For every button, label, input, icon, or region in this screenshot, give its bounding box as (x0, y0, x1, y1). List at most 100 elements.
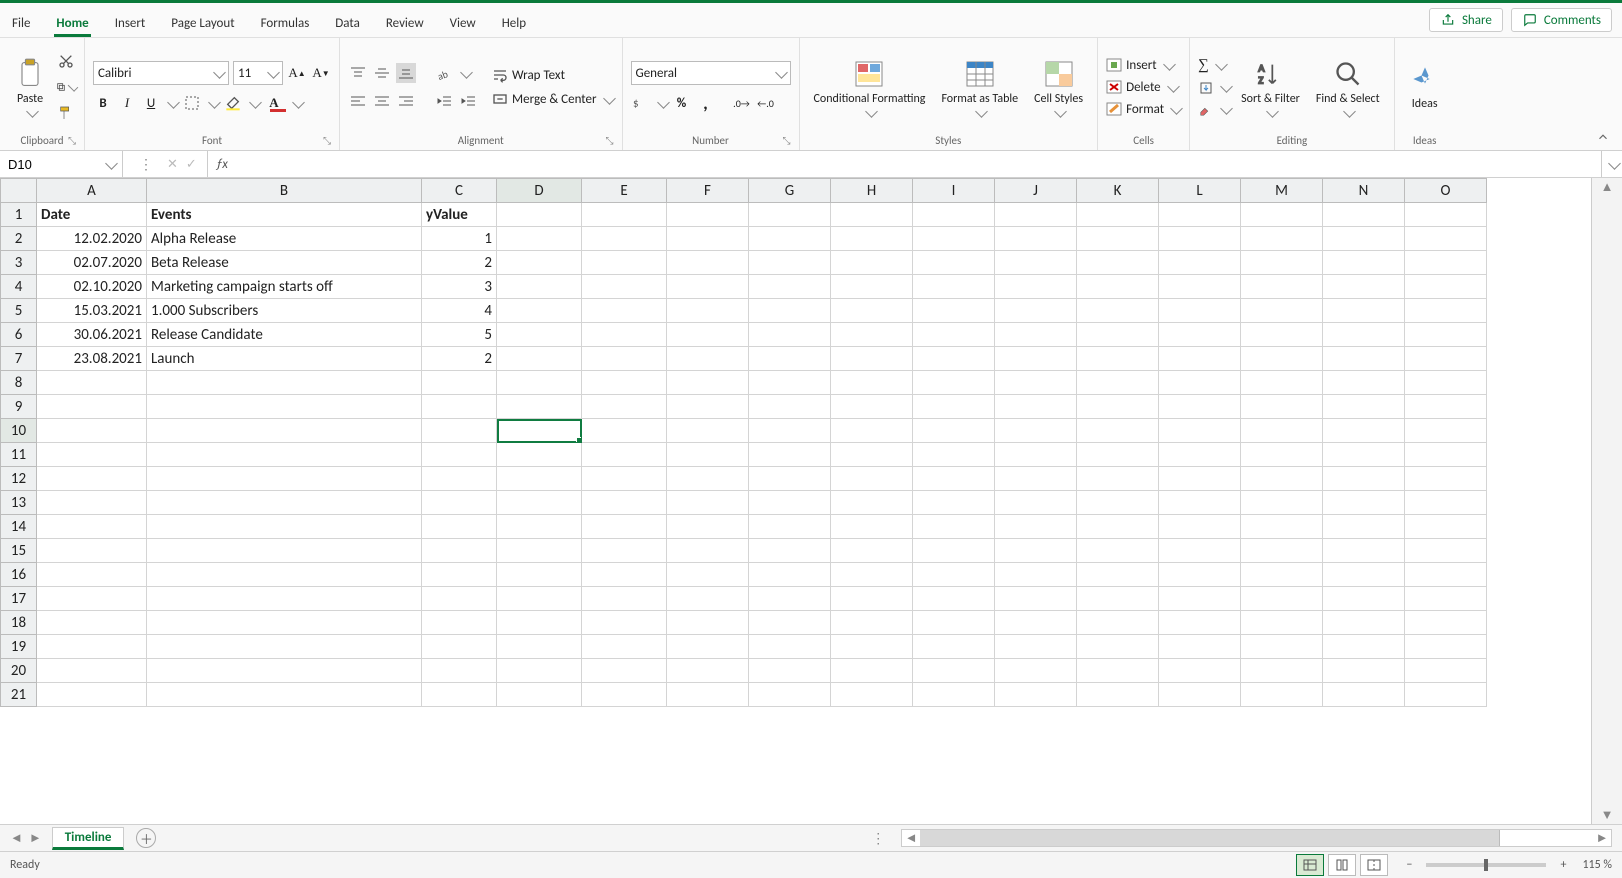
cell-E15[interactable] (582, 539, 667, 563)
cell-J14[interactable] (995, 515, 1077, 539)
cell-F7[interactable] (667, 347, 749, 371)
cell-M11[interactable] (1241, 443, 1323, 467)
cell-A19[interactable] (37, 635, 147, 659)
row-header-21[interactable]: 21 (1, 683, 37, 707)
cell-J20[interactable] (995, 659, 1077, 683)
col-header-N[interactable]: N (1323, 179, 1405, 203)
cell-E11[interactable] (582, 443, 667, 467)
cell-O6[interactable] (1405, 323, 1487, 347)
cell-L10[interactable] (1159, 419, 1241, 443)
cell-F3[interactable] (667, 251, 749, 275)
cell-C1[interactable]: yValue (422, 203, 497, 227)
cell-B10[interactable] (147, 419, 422, 443)
cell-B14[interactable] (147, 515, 422, 539)
cell-I1[interactable] (913, 203, 995, 227)
cell-L18[interactable] (1159, 611, 1241, 635)
cell-H10[interactable] (831, 419, 913, 443)
underline-button[interactable]: U (141, 93, 161, 113)
menu-file[interactable]: File (10, 10, 32, 37)
cell-K10[interactable] (1077, 419, 1159, 443)
cell-L7[interactable] (1159, 347, 1241, 371)
cell-K3[interactable] (1077, 251, 1159, 275)
cell-K16[interactable] (1077, 563, 1159, 587)
cell-K8[interactable] (1077, 371, 1159, 395)
cell-M8[interactable] (1241, 371, 1323, 395)
col-header-D[interactable]: D (497, 179, 582, 203)
cell-F21[interactable] (667, 683, 749, 707)
cell-O1[interactable] (1405, 203, 1487, 227)
conditional-formatting-button[interactable]: Conditional Formatting (808, 56, 932, 117)
cell-D9[interactable] (497, 395, 582, 419)
cell-N15[interactable] (1323, 539, 1405, 563)
row-header-3[interactable]: 3 (1, 251, 37, 275)
cell-F20[interactable] (667, 659, 749, 683)
cell-I3[interactable] (913, 251, 995, 275)
cell-H6[interactable] (831, 323, 913, 347)
cell-M10[interactable] (1241, 419, 1323, 443)
paste-button[interactable]: Paste (8, 56, 52, 117)
cell-H19[interactable] (831, 635, 913, 659)
cell-I12[interactable] (913, 467, 995, 491)
cell-F19[interactable] (667, 635, 749, 659)
cell-E10[interactable] (582, 419, 667, 443)
cell-L11[interactable] (1159, 443, 1241, 467)
col-header-C[interactable]: C (422, 179, 497, 203)
cell-M9[interactable] (1241, 395, 1323, 419)
cell-G21[interactable] (749, 683, 831, 707)
cell-C9[interactable] (422, 395, 497, 419)
cell-F16[interactable] (667, 563, 749, 587)
cell-K6[interactable] (1077, 323, 1159, 347)
cell-B17[interactable] (147, 587, 422, 611)
cell-L4[interactable] (1159, 275, 1241, 299)
cell-B20[interactable] (147, 659, 422, 683)
cell-H15[interactable] (831, 539, 913, 563)
ideas-button[interactable]: Ideas (1403, 61, 1447, 113)
cell-E5[interactable] (582, 299, 667, 323)
cell-J2[interactable] (995, 227, 1077, 251)
cell-I2[interactable] (913, 227, 995, 251)
cell-G3[interactable] (749, 251, 831, 275)
cell-A5[interactable]: 15.03.2021 (37, 299, 147, 323)
zoom-in-button[interactable]: + (1556, 858, 1570, 872)
cell-F17[interactable] (667, 587, 749, 611)
cell-G16[interactable] (749, 563, 831, 587)
cell-J10[interactable] (995, 419, 1077, 443)
cell-M17[interactable] (1241, 587, 1323, 611)
cell-B13[interactable] (147, 491, 422, 515)
cell-C5[interactable]: 4 (422, 299, 497, 323)
cell-G12[interactable] (749, 467, 831, 491)
cell-D15[interactable] (497, 539, 582, 563)
cell-I17[interactable] (913, 587, 995, 611)
cell-A3[interactable]: 02.07.2020 (37, 251, 147, 275)
menu-review[interactable]: Review (384, 10, 426, 37)
cell-A16[interactable] (37, 563, 147, 587)
cell-H11[interactable] (831, 443, 913, 467)
cell-J16[interactable] (995, 563, 1077, 587)
cell-B15[interactable] (147, 539, 422, 563)
cell-N17[interactable] (1323, 587, 1405, 611)
cell-D1[interactable] (497, 203, 582, 227)
sort-filter-button[interactable]: AZ Sort & Filter (1235, 56, 1306, 117)
cell-J15[interactable] (995, 539, 1077, 563)
row-header-4[interactable]: 4 (1, 275, 37, 299)
format-painter-button[interactable] (56, 103, 76, 123)
cell-I16[interactable] (913, 563, 995, 587)
cell-N8[interactable] (1323, 371, 1405, 395)
cell-M19[interactable] (1241, 635, 1323, 659)
menu-insert[interactable]: Insert (113, 10, 148, 37)
cell-C2[interactable]: 1 (422, 227, 497, 251)
cell-F8[interactable] (667, 371, 749, 395)
cell-C14[interactable] (422, 515, 497, 539)
cell-L2[interactable] (1159, 227, 1241, 251)
cell-I8[interactable] (913, 371, 995, 395)
cell-L13[interactable] (1159, 491, 1241, 515)
align-middle-button[interactable] (372, 63, 392, 83)
cell-F14[interactable] (667, 515, 749, 539)
col-header-I[interactable]: I (913, 179, 995, 203)
cell-L9[interactable] (1159, 395, 1241, 419)
cell-B9[interactable] (147, 395, 422, 419)
cell-H21[interactable] (831, 683, 913, 707)
cell-D8[interactable] (497, 371, 582, 395)
col-header-J[interactable]: J (995, 179, 1077, 203)
add-sheet-button[interactable]: ＋ (136, 828, 156, 848)
